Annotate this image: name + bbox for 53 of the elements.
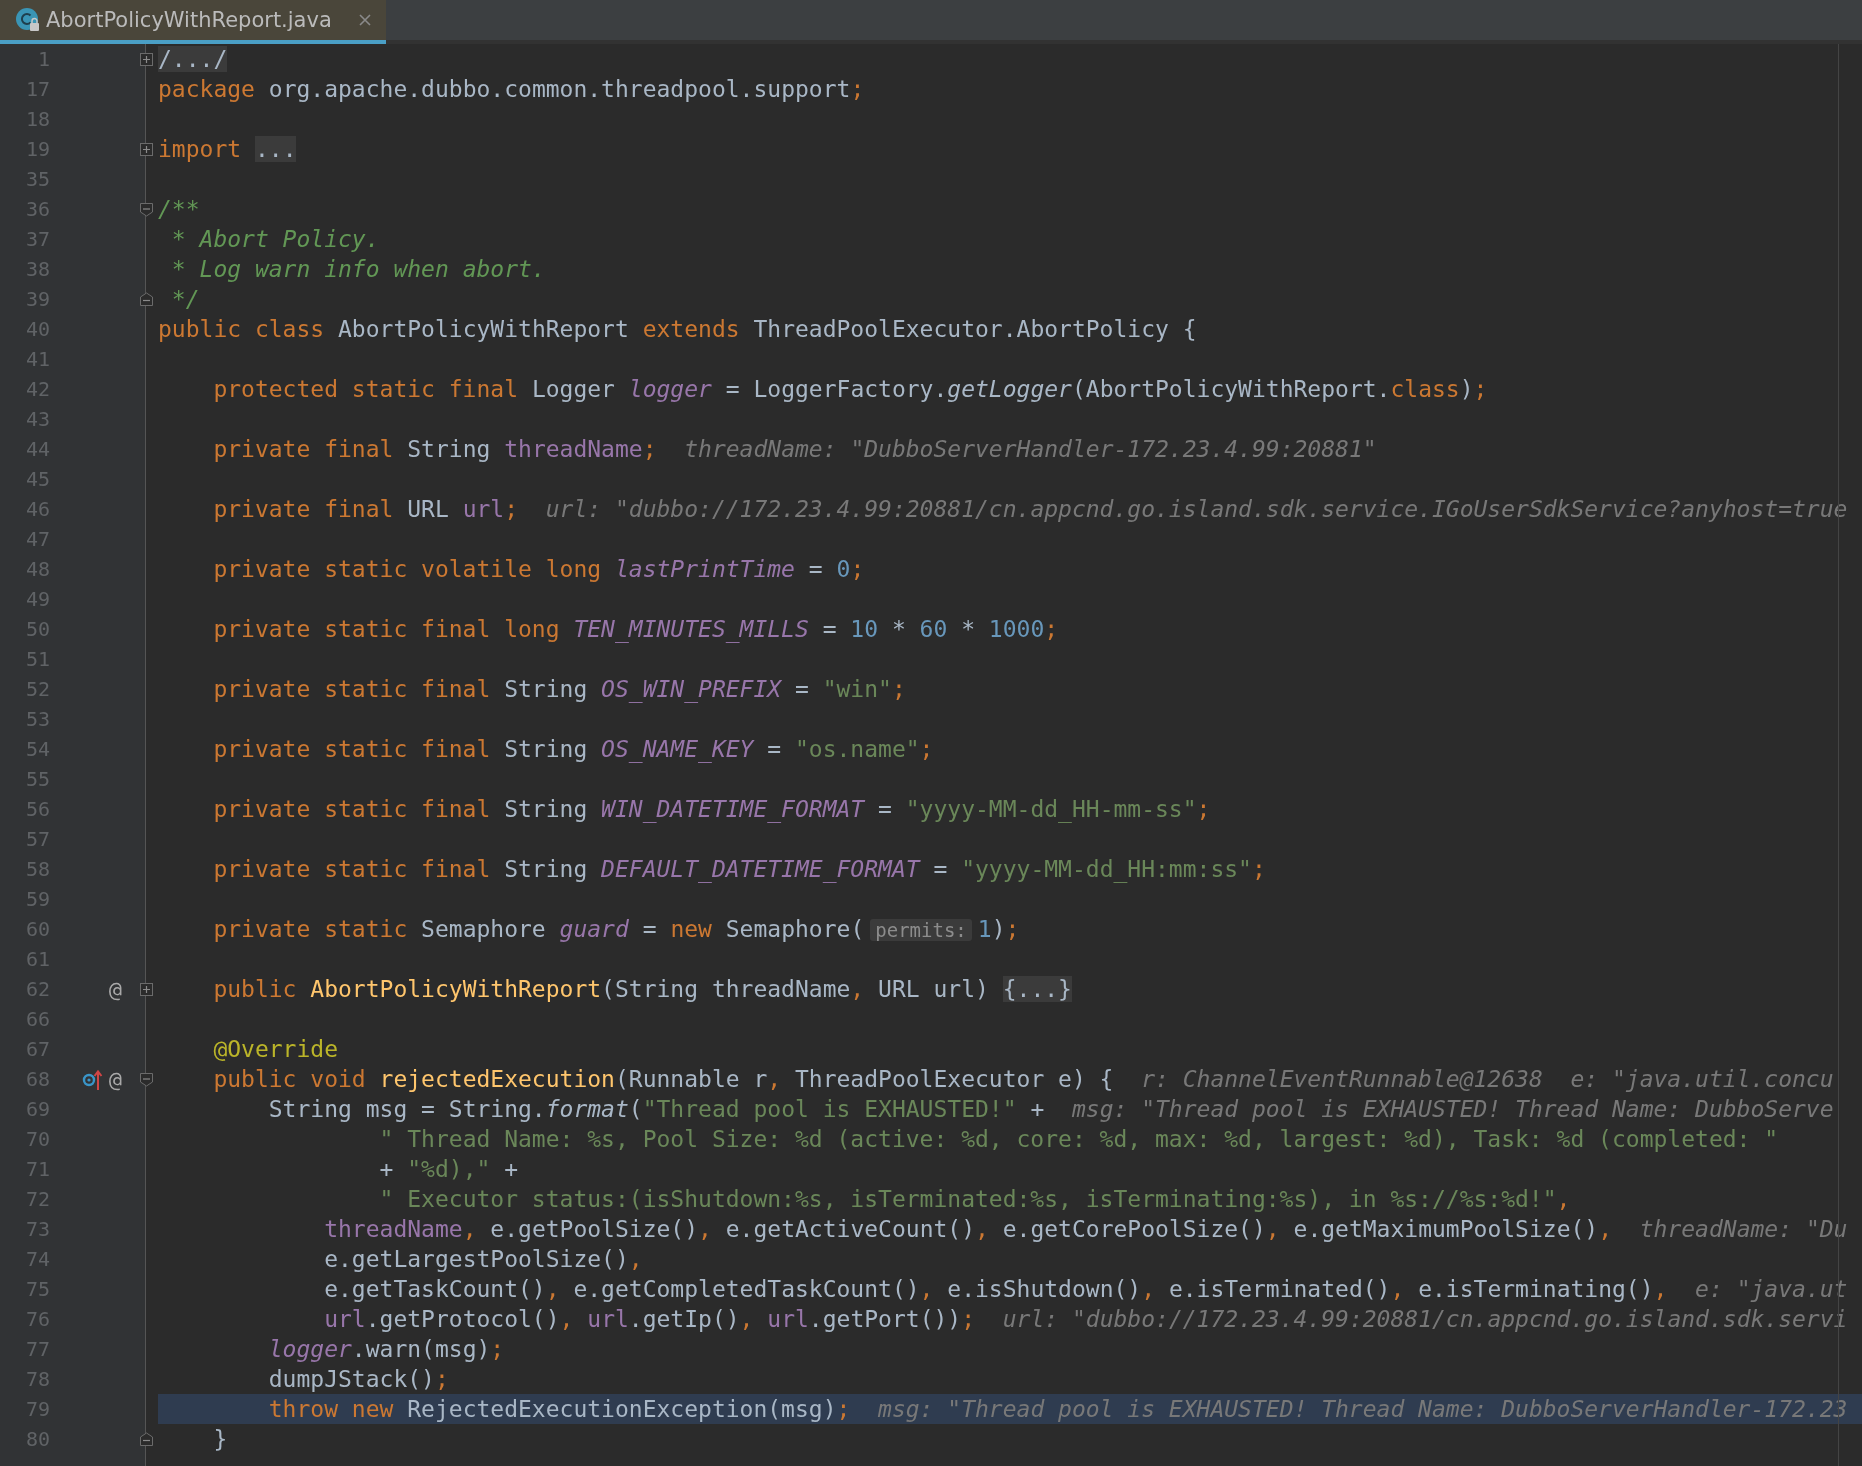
- code-line: url.getProtocol(), url.getIp(), url.getPort());: [324, 1306, 976, 1332]
- code-line: + "%d)," +: [379, 1156, 519, 1182]
- inlay-hint: threadName: "DubboServerHandler-172.23.4.99:20881": [684, 436, 1377, 462]
- code-line: threadName, e.getPoolSize(), e.getActiveCount(), e.getCorePoolSize(), e.getMaximumPoolSize(),: [324, 1216, 1613, 1242]
- inlay-hint: msg: "Thread pool is EXHAUSTED! Thread Name: DubboServerHandler-172.23: [878, 1396, 1848, 1422]
- fold-expand-icon: [138, 51, 154, 67]
- override-marker: @: [108, 1066, 122, 1092]
- code-line: dumpJStack();: [268, 1366, 449, 1392]
- code-line: logger.warn(msg);: [268, 1336, 505, 1362]
- override-marker: @: [108, 976, 122, 1002]
- code-line: protected static final Logger logger = LoggerFactory.getLogger(AbortPolicyWithReport.class);: [213, 376, 1488, 402]
- code-line: */: [170, 286, 200, 312]
- close-icon[interactable]: [358, 13, 372, 27]
- code-line: public void rejectedExecution(Runnable r, ThreadPoolExecutor e) {: [213, 1066, 1114, 1092]
- inlay-hint: url: "dubbo://172.23.4.99:20881/cn.appcnd.go.island.sdk.service.IGoUserSdkService?anyhost=true: [545, 496, 1848, 522]
- inlay-hint: msg: "Thread pool is EXHAUSTED! Thread Name: DubboServe: [1071, 1096, 1834, 1122]
- code-line: /**: [158, 196, 200, 222]
- code-line: private static volatile long lastPrintTime = 0;: [213, 556, 865, 582]
- code-line: private final String threadName;: [213, 436, 657, 462]
- inlay-hint: threadName: "Du: [1639, 1216, 1848, 1242]
- fold-collapse-icon: [138, 201, 154, 217]
- code-line: throw new RejectedExecutionException(msg);: [268, 1396, 851, 1422]
- code-line: private static final String DEFAULT_DATETIME_FORMAT = "yyyy-MM-dd_HH:mm:ss";: [213, 856, 1266, 882]
- code-line: " Executor status:(isShutdown:%s, isTerminated:%s, isTerminating:%s), in %s://%s:%d!",: [379, 1186, 1571, 1212]
- code-line: private static final long TEN_MINUTES_MILLS = 10 * 60 * 1000;: [213, 616, 1059, 642]
- code-line: public class AbortPolicyWithReport extends ThreadPoolExecutor.AbortPolicy {: [158, 316, 1197, 342]
- code-line: private static final String OS_WIN_PREFIX = "win";: [213, 676, 906, 702]
- code-line: * Abort Policy.: [170, 226, 380, 252]
- code-line: e.getTaskCount(), e.getCompletedTaskCount(), e.isShutdown(), e.isTerminated(), e.isTerminating(),: [324, 1276, 1668, 1302]
- code-line: String msg = String.format("Thread pool is EXHAUSTED!" +: [268, 1096, 1045, 1122]
- inlay-hint: url: "dubbo://172.23.4.99:20881/cn.appcnd.go.island.sdk.servi: [1002, 1306, 1848, 1332]
- code-line: private static final String WIN_DATETIME_FORMAT = "yyyy-MM-dd_HH-mm-ss";: [213, 796, 1211, 822]
- fold-expand-icon: [138, 141, 154, 157]
- editor-tab[interactable]: AbortPolicyWithReport.java: [0, 0, 386, 44]
- fold-collapse-icon: [138, 1071, 154, 1087]
- locked-class-icon: [16, 8, 40, 32]
- code-line: import ...: [158, 136, 297, 162]
- code-line: * Log warn info when abort.: [170, 256, 546, 282]
- inlay-hint: e: "java.ut: [1695, 1276, 1848, 1302]
- code-line: public AbortPolicyWithReport(String threadName, URL url) {...}: [213, 976, 1072, 1002]
- code-line: private static final String OS_NAME_KEY = "os.name";: [213, 736, 934, 762]
- code-line: private static Semaphore guard = new Semaphore( permits: 1);: [213, 916, 1020, 942]
- code-line: @Override: [213, 1036, 338, 1062]
- fold-collapse-icon: [138, 291, 154, 307]
- code-line: }: [213, 1426, 228, 1452]
- code-line: package org.apache.dubbo.common.threadpool.support;: [158, 76, 865, 102]
- inlay-hint: r: ChannelEventRunnable@12638: [1141, 1066, 1543, 1092]
- code-line: e.getLargestPoolSize(),: [324, 1246, 643, 1272]
- fold-collapse-icon: [138, 1431, 154, 1447]
- inlay-hint: e: "java.util.concu: [1570, 1066, 1834, 1092]
- code-line: " Thread Name: %s, Pool Size: %d (active: %d, core: %d, max: %d, largest: %d), Task: %d (completed: ": [379, 1126, 1779, 1152]
- fold-expand-icon: [138, 981, 154, 997]
- code-line: private final URL url;: [213, 496, 519, 522]
